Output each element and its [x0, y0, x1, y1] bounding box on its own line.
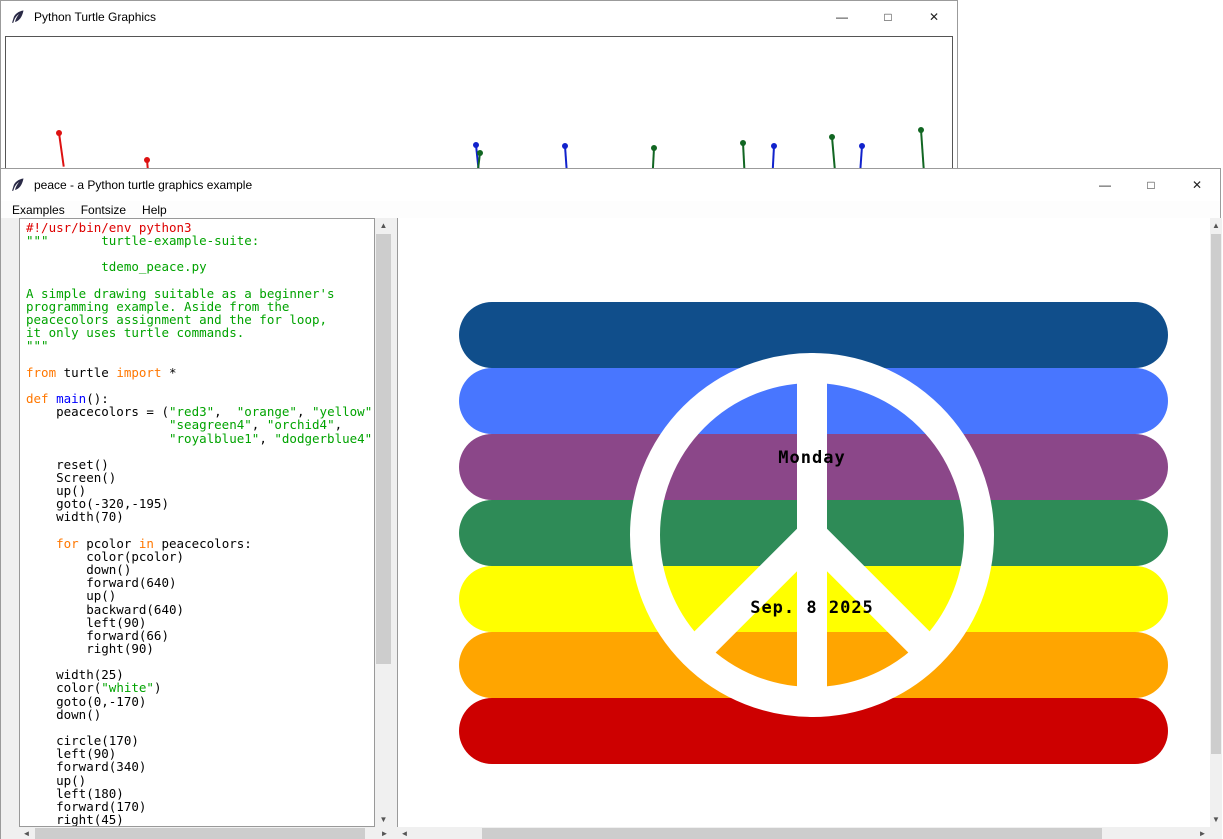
figure-stem: [831, 137, 836, 171]
scroll-left-icon[interactable]: ◄: [19, 827, 34, 839]
window-title-back: Python Turtle Graphics: [34, 10, 156, 24]
menubar: Examples Fontsize Help: [1, 201, 1220, 218]
figure-stem: [920, 130, 924, 171]
figure-head: [829, 134, 835, 140]
window-controls-front: — □ ✕: [1082, 169, 1220, 201]
scroll-down-icon[interactable]: ▼: [375, 812, 392, 827]
code-horizontal-scrollbar[interactable]: ◄ ►: [19, 827, 392, 839]
scroll-right-icon[interactable]: ►: [377, 827, 392, 839]
figure-head: [477, 150, 483, 156]
minimize-button-front[interactable]: —: [1082, 169, 1128, 201]
code-line: right(90): [26, 642, 374, 655]
canvas-hscroll-thumb[interactable]: [482, 828, 1102, 839]
code-line: """ turtle-example-suite:: [26, 234, 374, 247]
code-line: """: [26, 339, 374, 352]
minimize-icon: —: [836, 10, 848, 24]
scrollbar-corner: [1210, 827, 1222, 839]
code-line: it only uses turtle commands.: [26, 326, 374, 339]
code-vscroll-thumb[interactable]: [376, 234, 391, 664]
close-button-back[interactable]: ✕: [911, 1, 957, 33]
figure-head: [473, 142, 479, 148]
maximize-button-back[interactable]: □: [865, 1, 911, 33]
code-line: from turtle import *: [26, 366, 374, 379]
code-line: width(70): [26, 510, 374, 523]
code-hscroll-thumb[interactable]: [35, 828, 365, 839]
canvas-vertical-scrollbar[interactable]: ▲ ▼: [1210, 218, 1222, 827]
code-line: down(): [26, 708, 374, 721]
window-peace-example: peace - a Python turtle graphics example…: [0, 168, 1221, 839]
figure-head: [144, 157, 150, 163]
close-icon: ✕: [929, 10, 939, 24]
scroll-up-icon[interactable]: ▲: [1210, 218, 1222, 233]
canvas-horizontal-scrollbar[interactable]: ◄ ►: [397, 827, 1210, 839]
titlebar-back[interactable]: Python Turtle Graphics — □ ✕: [1, 1, 957, 33]
code-line: tdemo_peace.py: [26, 260, 374, 273]
date-label: Sep. 8 2025: [750, 598, 874, 618]
maximize-button-front[interactable]: □: [1128, 169, 1174, 201]
figure-head: [740, 140, 746, 146]
turtle-app-icon: [10, 9, 26, 25]
figure-head: [562, 143, 568, 149]
figure-head: [651, 145, 657, 151]
menu-fontsize[interactable]: Fontsize: [73, 202, 134, 218]
peace-canvas: Monday Sep. 8 2025: [397, 218, 1210, 827]
code-text[interactable]: #!/usr/bin/env python3""" turtle-example…: [19, 218, 375, 827]
figure-head: [56, 130, 62, 136]
close-icon: ✕: [1192, 178, 1202, 192]
turtle-app-icon: [10, 177, 26, 193]
code-line: "royalblue1", "dodgerblue4"): [26, 432, 374, 445]
maximize-icon: □: [884, 10, 891, 24]
menu-help[interactable]: Help: [134, 202, 175, 218]
code-vertical-scrollbar[interactable]: ▲ ▼: [375, 218, 392, 827]
scroll-left-icon[interactable]: ◄: [397, 827, 412, 839]
peace-symbol: [398, 218, 1210, 827]
figure-stem: [742, 143, 745, 171]
figure-head: [859, 143, 865, 149]
minimize-icon: —: [1099, 178, 1111, 192]
scroll-down-icon[interactable]: ▼: [1210, 812, 1222, 827]
window-title-front: peace - a Python turtle graphics example: [34, 178, 252, 192]
figure-head: [771, 143, 777, 149]
canvas-vscroll-thumb[interactable]: [1211, 234, 1221, 754]
menu-examples[interactable]: Examples: [4, 202, 73, 218]
content-area: #!/usr/bin/env python3""" turtle-example…: [1, 218, 1220, 839]
weekday-label: Monday: [778, 448, 845, 468]
maximize-icon: □: [1147, 178, 1154, 192]
window-controls-back: — □ ✕: [819, 1, 957, 33]
close-button-front[interactable]: ✕: [1174, 169, 1220, 201]
scroll-right-icon[interactable]: ►: [1195, 827, 1210, 839]
figure-head: [918, 127, 924, 133]
minimize-button-back[interactable]: —: [819, 1, 865, 33]
scroll-up-icon[interactable]: ▲: [375, 218, 392, 233]
titlebar-front[interactable]: peace - a Python turtle graphics example…: [1, 169, 1220, 201]
figure-stem: [58, 133, 64, 167]
